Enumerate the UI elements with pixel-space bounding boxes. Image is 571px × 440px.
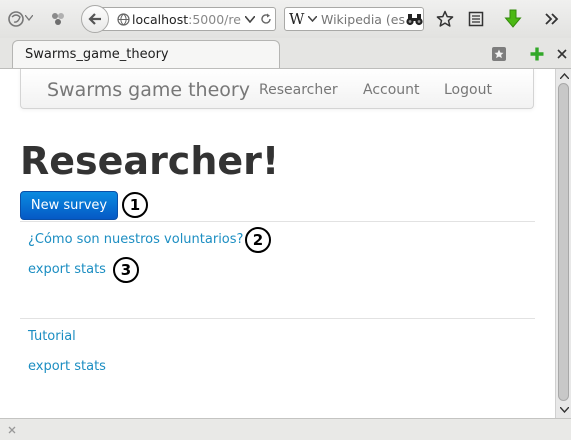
nav-link-researcher[interactable]: Researcher: [259, 82, 338, 98]
tab-groups-icon[interactable]: [490, 45, 508, 63]
page-viewport: Swarms game theory Researcher Account Lo…: [0, 69, 555, 418]
scroll-up-arrow-icon[interactable]: [559, 71, 569, 81]
divider: [20, 318, 535, 319]
reload-icon[interactable]: [259, 12, 273, 26]
callout-marker: 1: [122, 192, 148, 218]
page-title: Researcher!: [20, 139, 280, 183]
nav-link-logout[interactable]: Logout: [444, 82, 492, 98]
tab-active[interactable]: Swarms_game_theory: [12, 40, 280, 68]
search-engine-dropdown-icon[interactable]: [307, 15, 317, 23]
divider: [20, 221, 535, 222]
download-arrow-icon[interactable]: [503, 8, 523, 30]
export-stats-link[interactable]: export stats: [28, 262, 106, 277]
nav-link-account[interactable]: Account: [363, 82, 420, 98]
vertical-scrollbar[interactable]: [555, 69, 571, 418]
close-addon-bar-icon[interactable]: [7, 425, 17, 435]
new-tab-plus-icon[interactable]: [528, 45, 546, 63]
url-text[interactable]: localhost:5000/re: [132, 12, 250, 27]
url-dropdown-icon[interactable]: [244, 14, 256, 24]
scrollbar-thumb[interactable]: [558, 83, 569, 401]
wikipedia-search-engine-icon[interactable]: W: [289, 10, 304, 28]
globe-icon: [116, 12, 130, 26]
binoculars-search-icon[interactable]: [405, 11, 423, 27]
chevron-down-icon[interactable]: [24, 13, 34, 23]
site-navbar: Swarms game theory Researcher Account Lo…: [20, 69, 534, 109]
scroll-down-arrow-icon[interactable]: [559, 405, 569, 415]
back-button[interactable]: [81, 5, 109, 33]
search-input[interactable]: [321, 11, 405, 27]
reading-list-icon[interactable]: [467, 10, 485, 28]
export-stats-link-footer[interactable]: export stats: [28, 359, 106, 374]
browser-toolbar: localhost:5000/re W: [0, 0, 571, 39]
firefox-menu-icon[interactable]: [6, 9, 26, 29]
url-bar[interactable]: localhost:5000/re: [102, 7, 276, 31]
overflow-menu-icon[interactable]: [544, 11, 560, 27]
search-bar[interactable]: W: [284, 7, 424, 31]
back-arrow-icon: [88, 13, 102, 25]
tutorial-link[interactable]: Tutorial: [28, 329, 76, 344]
bookmark-star-icon[interactable]: [435, 9, 455, 29]
tab-strip: Swarms_game_theory: [0, 38, 571, 69]
callout-marker: 3: [113, 257, 139, 283]
extension-icon[interactable]: [49, 10, 67, 28]
site-brand-link[interactable]: Swarms game theory: [47, 79, 250, 101]
volunteers-link[interactable]: ¿Cómo son nuestros voluntarios?: [28, 232, 243, 247]
callout-marker: 2: [245, 227, 271, 253]
status-bar: [0, 418, 571, 440]
close-icon[interactable]: [556, 48, 568, 60]
url-host: localhost: [132, 12, 189, 27]
tab-title: Swarms_game_theory: [25, 47, 169, 62]
new-survey-button[interactable]: New survey: [20, 191, 118, 220]
url-path: :5000/re: [188, 12, 241, 27]
